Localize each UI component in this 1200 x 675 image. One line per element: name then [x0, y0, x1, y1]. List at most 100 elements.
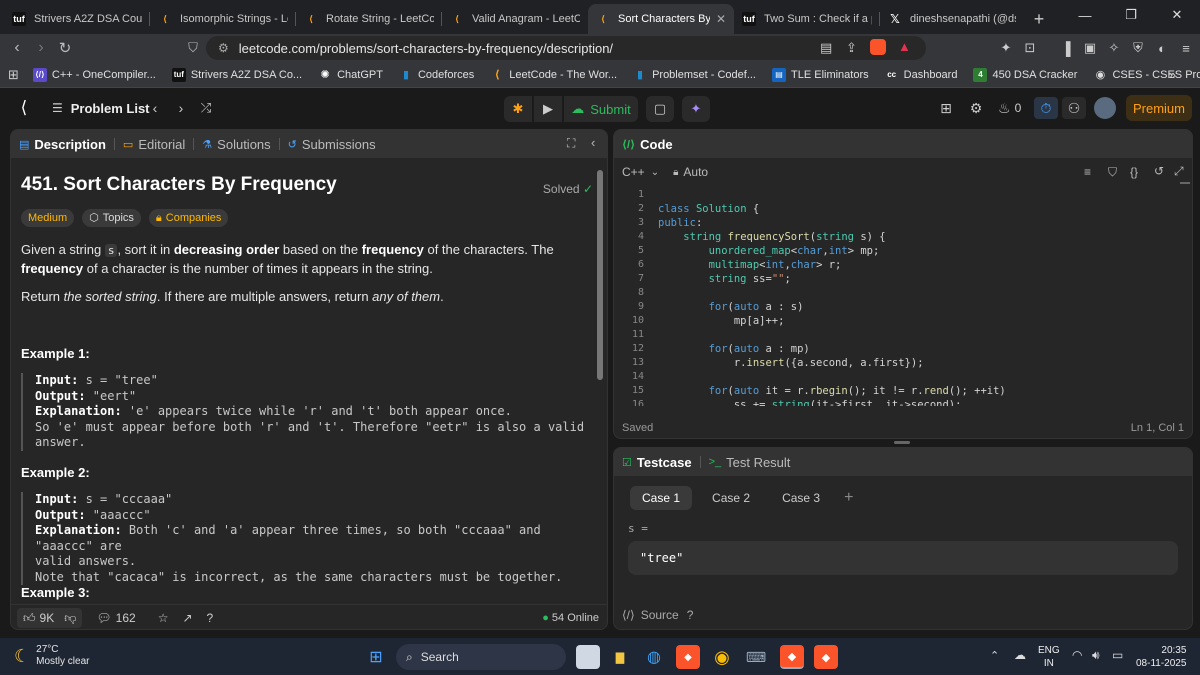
browser-tab[interactable]: 𝕏dineshsenapathi (@dsenap — [880, 4, 1024, 34]
submit-button[interactable]: ☁ Submit — [564, 96, 638, 122]
tab-test-result[interactable]: >_ Test Result — [701, 448, 799, 476]
bookmark-item[interactable]: ◉CSES - CSES Proble... — [1093, 68, 1200, 82]
tab-testcase[interactable]: ☑ Testcase — [614, 448, 700, 476]
braces-icon[interactable]: {} — [1130, 165, 1138, 179]
bookmark-icon[interactable]: ⛉ — [180, 35, 206, 61]
vpn-icon[interactable]: ⛨ — [1128, 38, 1148, 58]
format-icon[interactable]: ≡ — [1084, 165, 1091, 179]
brave-rewards-icon[interactable]: ▲ — [898, 39, 911, 54]
case-tab-3[interactable]: Case 3 — [770, 486, 832, 510]
weather-widget[interactable]: ☾ 27°C Mostly clear — [14, 644, 90, 668]
close-window-icon[interactable]: ✕ — [1154, 0, 1200, 30]
chevron-up-icon[interactable]: ⌃ — [990, 649, 999, 662]
auto-mode[interactable]: 🔒︎ Auto — [673, 165, 708, 179]
tab-submissions[interactable]: ↺ Submissions — [280, 130, 384, 158]
add-collaborator-icon[interactable]: ⚇ — [1062, 97, 1086, 119]
battery-icon[interactable]: ▭ — [1112, 648, 1123, 662]
like-button[interactable]: 👍︎ 9K 👎︎ — [17, 608, 83, 628]
site-info-icon[interactable]: ⚙ — [218, 41, 229, 55]
volume-icon[interactable]: 🔊︎ — [1092, 648, 1100, 663]
keyboard-icon[interactable]: ⌨ — [744, 645, 768, 669]
help-icon[interactable]: ? — [687, 608, 694, 622]
tab-description[interactable]: ▤ Description — [11, 130, 114, 158]
leetcode-logo-icon[interactable]: ⟨ — [14, 98, 34, 118]
minimize-icon[interactable]: — — [1062, 0, 1108, 30]
browser-tab[interactable]: ⟨Rotate String - LeetCode — [296, 4, 442, 34]
new-tab-button[interactable]: + — [1024, 4, 1054, 34]
expand-icon[interactable]: ⛶ — [567, 136, 575, 151]
help-icon[interactable]: ? — [207, 611, 214, 625]
brave-active-icon[interactable]: ◆ — [780, 645, 804, 669]
next-problem-icon[interactable]: › — [172, 98, 190, 118]
brave-beta-icon[interactable]: ◆ — [814, 645, 838, 669]
apps-grid-icon[interactable]: ⊞ — [8, 67, 19, 83]
windows-start-icon[interactable]: ⊞ — [364, 645, 388, 669]
bookmark-icon[interactable]: ⛉ — [1108, 165, 1117, 180]
onedrive-icon[interactable]: ☁ — [1014, 648, 1026, 662]
run-button[interactable]: ▶ — [534, 96, 562, 122]
sidebar-icon[interactable]: ▐ — [1056, 38, 1076, 58]
avatar[interactable] — [1094, 97, 1116, 119]
bookmark-item[interactable]: cc Dashboard — [885, 68, 957, 82]
layout-icon[interactable]: ⊞ — [936, 98, 956, 118]
premium-button[interactable]: Premium — [1126, 95, 1192, 121]
source-link[interactable]: ⟨/⟩ Source? — [622, 608, 693, 622]
leo-ai-icon[interactable]: ✧ — [1104, 38, 1124, 58]
companies-chip[interactable]: 🔒︎ Companies — [148, 209, 229, 227]
description-scrollbar[interactable] — [597, 160, 603, 600]
notes-icon[interactable]: ▢ — [646, 96, 674, 122]
prev-problem-icon[interactable]: ‹ — [146, 98, 164, 118]
brave-icon[interactable]: ◆ — [676, 645, 700, 669]
problem-list-button[interactable]: ☰ Problem List — [52, 98, 150, 118]
bookmark-item[interactable]: 4 450 DSA Cracker — [973, 67, 1077, 82]
share-icon[interactable]: ⇪ — [846, 40, 857, 56]
reader-mode-icon[interactable]: ▤ — [820, 40, 832, 56]
random-problem-icon[interactable]: ⤮ — [196, 98, 216, 118]
browser-tab[interactable]: tufStrivers A2Z DSA Course/S — [4, 4, 150, 34]
chrome-icon[interactable]: ◉ — [710, 645, 734, 669]
more-bookmarks-icon[interactable]: » — [1169, 67, 1176, 82]
extensions-icon[interactable]: ✦ — [996, 38, 1016, 58]
bookmark-item[interactable]: ⟨/⟩ C++ - OneCompiler... — [32, 67, 156, 82]
collapse-icon[interactable]: ‹ — [591, 135, 595, 150]
settings-icon[interactable]: ⚙ — [966, 98, 986, 118]
back-icon[interactable]: ‹ — [4, 35, 30, 61]
bookmark-item[interactable]: ▤ TLE Eliminators — [772, 67, 869, 82]
browser-tab-active[interactable]: ⟨Sort Characters By Fre✕ — [588, 4, 734, 34]
translate-icon[interactable]: ⊡ — [1020, 38, 1040, 58]
input-language[interactable]: ENG IN — [1038, 644, 1060, 670]
tab-code[interactable]: ⟨/⟩ Code — [614, 130, 681, 158]
browser-tab[interactable]: ⟨Isomorphic Strings - LeetC — [150, 4, 296, 34]
tab-solutions[interactable]: ⚗ Solutions — [194, 130, 278, 158]
menu-icon[interactable]: ≡ — [1176, 38, 1196, 58]
file-explorer-icon[interactable]: ▇ — [608, 645, 632, 669]
browser-tab[interactable]: ⟨Valid Anagram - LeetCode — [442, 4, 588, 34]
bookmark-item[interactable]: tuf Strivers A2Z DSA Co... — [171, 67, 302, 82]
browser-tab[interactable]: tufTwo Sum : Check if a pair v — [734, 4, 880, 34]
bookmark-item[interactable]: ▮ Problemset - Codef... — [633, 68, 756, 82]
bookmark-item[interactable]: ▮ Codeforces — [399, 68, 474, 82]
wallet-icon[interactable]: ▣ — [1080, 38, 1100, 58]
share-icon[interactable]: ↗ — [182, 611, 192, 625]
restore-icon[interactable]: ❐ — [1108, 0, 1154, 30]
close-tab-icon[interactable]: ✕ — [716, 12, 726, 26]
edge-icon[interactable]: ◍ — [642, 645, 666, 669]
scrollbar-thumb[interactable] — [597, 170, 603, 380]
forward-icon[interactable]: › — [28, 35, 54, 61]
profile-icon[interactable]: ◐ — [1152, 38, 1172, 58]
clock[interactable]: 20:35 08-11-2025 — [1136, 644, 1186, 670]
taskbar-search[interactable]: ⌕ Search — [396, 644, 566, 670]
ai-assist-icon[interactable]: ✦ — [682, 96, 710, 122]
add-case-icon[interactable]: + — [844, 489, 853, 507]
brave-shields-icon[interactable] — [870, 39, 886, 55]
debug-icon[interactable]: ✱ — [504, 96, 532, 122]
star-icon[interactable]: ☆ — [158, 611, 169, 625]
url-input[interactable]: ⚙ leetcode.com/problems/sort-characters-… — [206, 36, 926, 60]
bookmark-item[interactable]: ⟨ LeetCode - The Wor... — [490, 68, 617, 82]
task-view-icon[interactable] — [576, 645, 600, 669]
topics-chip[interactable]: ⬡ Topics — [82, 209, 141, 227]
case-tab-2[interactable]: Case 2 — [700, 486, 762, 510]
panel-resize-handle[interactable] — [894, 441, 910, 444]
reset-icon[interactable]: ↺ — [1154, 164, 1164, 178]
difficulty-badge[interactable]: Medium — [21, 209, 75, 227]
